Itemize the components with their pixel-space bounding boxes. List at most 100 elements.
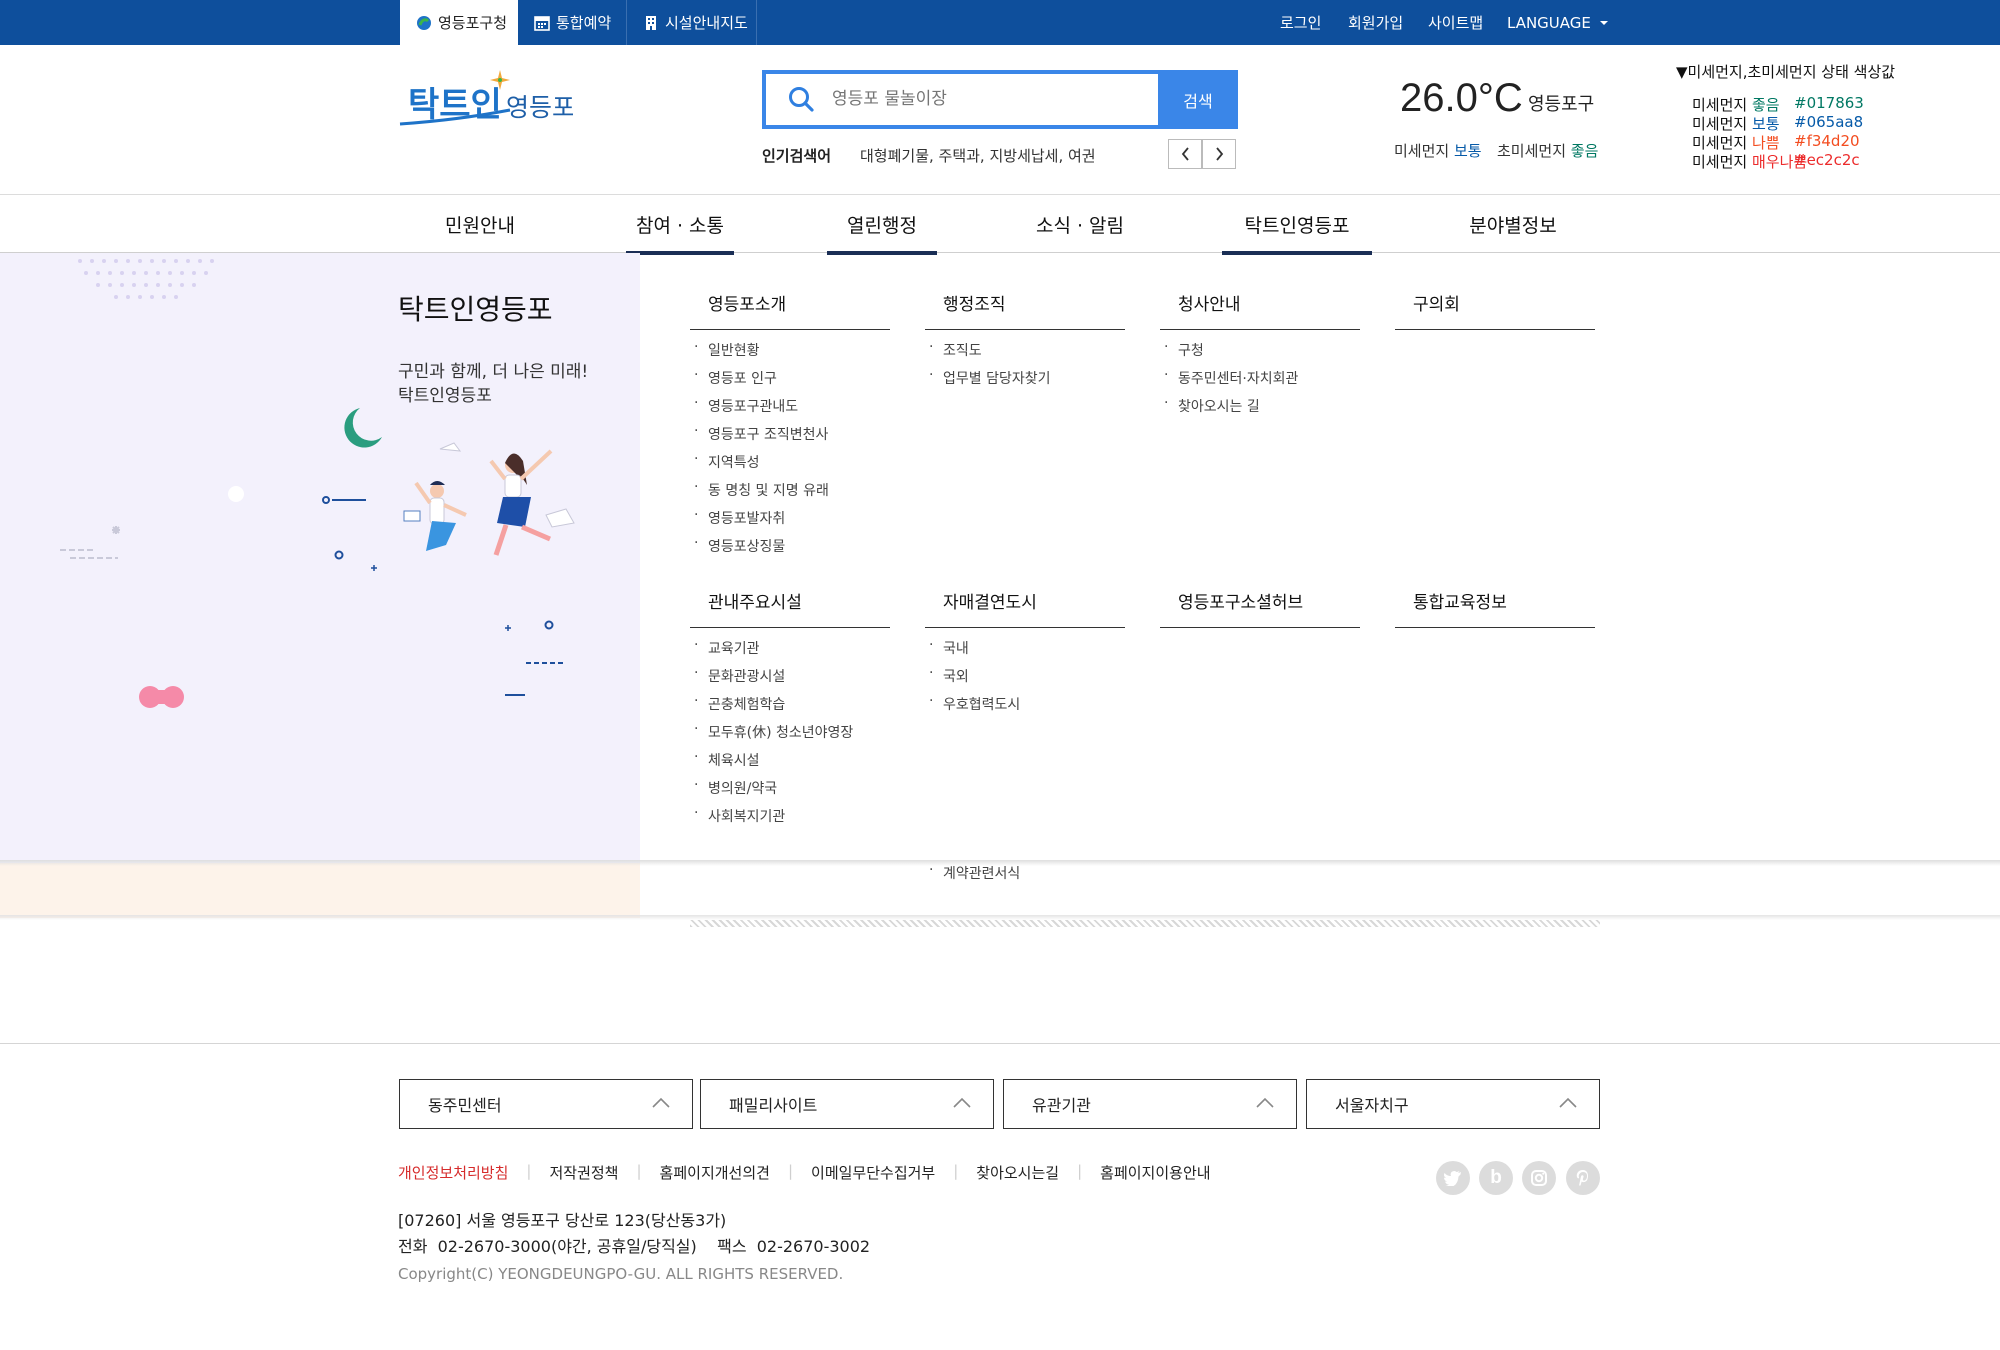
privacy-policy-link[interactable]: 개인정보처리방침 (398, 1162, 508, 1183)
col-head-office[interactable]: 청사안내 (1160, 290, 1360, 330)
submenu-item[interactable]: 곤충체험학습 (694, 693, 785, 714)
submenu-item[interactable]: 국외 (929, 665, 969, 686)
submenu-item[interactable]: 병의원/약국 (694, 777, 777, 798)
directions-link[interactable]: 찾아오시는길 (976, 1162, 1059, 1183)
submenu-item[interactable]: 지역특성 (694, 451, 759, 472)
footer-divider (0, 1043, 2000, 1044)
legend-code: #017863 (1794, 94, 1864, 112)
tab-yeongdeungpo-gu[interactable]: 영등포구청 (400, 0, 518, 45)
select-label: 유관기관 (1032, 1096, 1091, 1115)
legend-code: #ec2c2c (1794, 151, 1860, 169)
submenu-item[interactable]: 체육시설 (694, 749, 759, 770)
language-select[interactable]: LANGUAGE (1507, 0, 1609, 45)
chevron-up-icon (1559, 1097, 1577, 1108)
chevron-right-icon (1215, 147, 1223, 161)
col-head-social-hub[interactable]: 영등포구소셜허브 (1160, 588, 1360, 628)
popular-prev-button[interactable] (1168, 139, 1202, 169)
gnb-item-civil[interactable]: 민원안내 (410, 195, 550, 253)
gnb-item-participation[interactable]: 참여 · 소통 (626, 195, 734, 255)
calendar-icon (534, 15, 550, 31)
pm25-label: 초미세먼지 (1497, 142, 1567, 160)
email-refusal-link[interactable]: 이메일무단수집거부 (811, 1162, 935, 1183)
link-divider: | (1077, 1162, 1083, 1180)
gnb-item-field-info[interactable]: 분야별정보 (1443, 195, 1583, 253)
submenu-item[interactable]: 우호협력도시 (929, 693, 1020, 714)
join-link[interactable]: 회원가입 (1348, 0, 1403, 45)
logo-sub-text: 영등포 (506, 93, 573, 122)
gnb-item-tact-in[interactable]: 탁트인영등포 (1222, 195, 1372, 255)
site-guide-link[interactable]: 홈페이지이용안내 (1100, 1162, 1210, 1183)
blog-icon[interactable]: b (1479, 1161, 1513, 1195)
submenu-item[interactable]: 일반현황 (694, 339, 759, 360)
gnb-label: 소식 · 알림 (1035, 214, 1125, 237)
col-head-education[interactable]: 통합교육정보 (1395, 588, 1595, 628)
footer-copyright: Copyright(C) YEONGDEUNGPO-GU. ALL RIGHTS… (398, 1265, 844, 1283)
copyright-policy-link[interactable]: 저작권정책 (549, 1162, 618, 1183)
tab-reservation[interactable]: 통합예약 (518, 0, 626, 45)
submenu-item[interactable]: 영등포상징물 (694, 535, 785, 556)
moon-decoration (344, 408, 382, 448)
login-link[interactable]: 로그인 (1280, 0, 1321, 45)
col-head-sister-cities[interactable]: 자매결연도시 (925, 588, 1125, 628)
site-logo-icon (417, 15, 431, 30)
submenu-item[interactable]: 교육기관 (694, 637, 759, 658)
feedback-link[interactable]: 홈페이지개선의견 (660, 1162, 770, 1183)
select-seoul-district[interactable]: 서울자치구 (1306, 1079, 1600, 1129)
select-family-site[interactable]: 패밀리사이트 (700, 1079, 994, 1129)
gnb-label: 참여 · 소통 (635, 214, 725, 237)
sitemap-link[interactable]: 사이트맵 (1428, 0, 1483, 45)
dust-legend-row: 미세먼지 좋음 #017863 (1692, 94, 1864, 115)
gnb-item-news[interactable]: 소식 · 알림 (1010, 195, 1150, 253)
submenu-item[interactable]: 조직도 (929, 339, 982, 360)
submenu-item[interactable]: 영등포구관내도 (694, 395, 798, 416)
submenu-item[interactable]: 동주민센터·자치회관 (1164, 367, 1298, 388)
site-logo[interactable]: 탁트인 영등포 (398, 66, 575, 142)
legend-status: 좋음 (1751, 96, 1780, 114)
submenu-item[interactable]: 찾아오시는 길 (1164, 395, 1260, 416)
submenu-item[interactable]: 계약관련서식 (929, 862, 1020, 883)
submenu-item[interactable]: 동 명칭 및 지명 유래 (694, 479, 829, 500)
popular-next-button[interactable] (1202, 139, 1236, 169)
col-head-intro[interactable]: 영등포소개 (690, 290, 890, 330)
submenu-item[interactable]: 구청 (1164, 339, 1204, 360)
gnb-label: 탁트인영등포 (1244, 214, 1350, 237)
submenu-item[interactable]: 국내 (929, 637, 969, 658)
submenu-item[interactable]: 업무별 담당자찾기 (929, 367, 1050, 388)
footer-links: 개인정보처리방침 | 저작권정책 | 홈페이지개선의견 | 이메일무단수집거부 … (398, 1162, 1211, 1183)
pinterest-glyph (1576, 1170, 1589, 1186)
mega-menu-illustration (60, 259, 575, 708)
submenu-item[interactable]: 영등포 인구 (694, 367, 777, 388)
submenu-item[interactable]: 모두휴(休) 청소년야영장 (694, 721, 853, 742)
mega-menu-underlay (0, 863, 640, 918)
submenu-item[interactable]: 문화관광시설 (694, 665, 785, 686)
popular-keywords-label: 인기검색어 (762, 147, 832, 165)
dust-legend-row: 미세먼지 나쁨 #f34d20 (1692, 132, 1860, 153)
twitter-icon[interactable] (1436, 1161, 1470, 1195)
select-community-center[interactable]: 동주민센터 (399, 1079, 693, 1129)
search-button[interactable]: 검색 (1158, 70, 1238, 129)
footer-phone: 전화 02-2670-3000(야간, 공휴일/당직실) 팩스 02-2670-… (398, 1237, 871, 1256)
select-label: 동주민센터 (428, 1096, 502, 1115)
instagram-icon[interactable] (1522, 1161, 1556, 1195)
submenu-item[interactable]: 사회복지기관 (694, 805, 785, 826)
select-related-agency[interactable]: 유관기관 (1003, 1079, 1297, 1129)
dust-legend-title: ▼미세먼지,초미세먼지 상태 색상값 (1676, 63, 1896, 81)
pm10-label: 미세먼지 (1394, 142, 1450, 160)
pinterest-icon[interactable] (1566, 1161, 1600, 1195)
tab-facility-map[interactable]: 시설안내지도 (627, 0, 755, 45)
gnb-item-open-admin[interactable]: 열린행정 (827, 195, 937, 255)
legend-prefix: 미세먼지 (1692, 153, 1748, 171)
search-input[interactable] (832, 82, 1132, 116)
col-head-facilities[interactable]: 관내주요시설 (690, 588, 890, 628)
submenu-item[interactable]: 영등포발자취 (694, 507, 785, 528)
tab-label: 시설안내지도 (665, 14, 748, 32)
top-utility-bar: 영등포구청 통합예약 시설안내지도 로그인 회원가입 사이트맵 LANGUAGE (0, 0, 2000, 45)
col-head-council[interactable]: 구의회 (1395, 290, 1595, 330)
select-label: 패밀리사이트 (729, 1096, 818, 1115)
tact-in-yeongdeungpo-logo: 탁트인 영등포 (399, 70, 575, 126)
popular-keywords[interactable]: 대형폐기물, 주택과, 지방세납세, 여권 (860, 145, 1096, 166)
col-head-organization[interactable]: 행정조직 (925, 290, 1125, 330)
logo-main-text: 탁트인 (408, 85, 502, 125)
blog-glyph: b (1490, 1167, 1502, 1188)
submenu-item[interactable]: 영등포구 조직변천사 (694, 423, 828, 444)
